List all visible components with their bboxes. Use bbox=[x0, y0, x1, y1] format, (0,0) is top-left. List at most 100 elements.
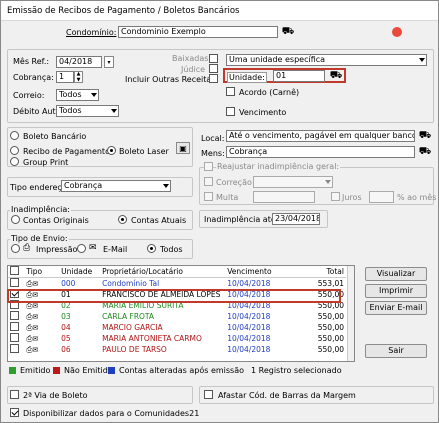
row-total: 553,01 bbox=[317, 279, 344, 288]
contas-originais-radio[interactable] bbox=[11, 215, 20, 224]
row-total: 550,00 bbox=[317, 334, 344, 343]
impressao-label: Impressão bbox=[36, 245, 78, 254]
col-tipo[interactable]: Tipo bbox=[24, 266, 60, 278]
mes-ref-field[interactable]: 04/2018 bbox=[56, 56, 102, 68]
envelope-icon: ✉ bbox=[89, 243, 97, 253]
search-mens-icon[interactable]: ⛟ bbox=[418, 146, 432, 158]
alteradas-swatch bbox=[108, 367, 115, 374]
col-proprietario[interactable]: Proprietário/Locatário bbox=[100, 266, 226, 278]
boleto-bancario-radio[interactable] bbox=[10, 131, 19, 140]
multa-field[interactable] bbox=[253, 191, 315, 203]
row-checkbox[interactable] bbox=[10, 322, 19, 331]
table-row[interactable]: ⎙✉ 04 MARCIO GARCIA 10/04/2018 550,00 bbox=[8, 322, 346, 333]
boleto-laser-radio[interactable] bbox=[107, 146, 116, 155]
select-all-header[interactable] bbox=[8, 266, 25, 278]
row-checkbox[interactable] bbox=[10, 311, 19, 320]
col-vencimento[interactable]: Vencimento bbox=[225, 266, 297, 278]
endereco-select[interactable]: Cobrança bbox=[61, 180, 171, 192]
unidade-mode-value: Uma unidade específica bbox=[229, 55, 326, 64]
afastar-checkbox[interactable] bbox=[204, 390, 213, 399]
multa-label: Multa bbox=[216, 193, 239, 202]
sair-button[interactable]: Sair bbox=[365, 344, 427, 358]
recibo-radio[interactable] bbox=[10, 146, 19, 155]
row-checkbox-cell[interactable] bbox=[8, 322, 24, 333]
row-checkbox-cell[interactable] bbox=[8, 344, 24, 355]
search-condominio-icon[interactable]: ⛟ bbox=[281, 26, 295, 38]
unidade-label: Unidade: bbox=[227, 72, 267, 83]
email-label: E-Mail bbox=[103, 245, 128, 254]
row-unit: 05 bbox=[61, 334, 71, 343]
table-row[interactable]: ⎙✉ 03 CARLA FROTA 10/04/2018 550,00 bbox=[8, 311, 346, 322]
row-checkbox[interactable] bbox=[10, 344, 19, 353]
baixadas-checkbox[interactable] bbox=[209, 54, 218, 63]
col-unidade[interactable]: Unidade bbox=[59, 266, 101, 278]
row-checkbox[interactable] bbox=[10, 278, 19, 287]
window-title: Emissão de Recibos de Pagamento / Boleto… bbox=[7, 6, 240, 16]
chevron-down-icon bbox=[91, 93, 97, 97]
row-checkbox-cell[interactable] bbox=[8, 278, 24, 290]
table-row[interactable]: ⎙✉ 000 Condomínio Tal 10/04/2018 553,01 bbox=[8, 278, 346, 290]
disponibilizar-checkbox[interactable] bbox=[10, 408, 19, 417]
mens-field[interactable]: Cobrança bbox=[226, 146, 415, 158]
inadimplencia-ate-field[interactable]: 23/04/2018 bbox=[272, 213, 320, 225]
reajustar-label: Reajustar inadimplência geral: bbox=[216, 162, 341, 171]
enviar-email-button[interactable]: Enviar E-mail bbox=[365, 301, 427, 315]
envelope-icon: ✉ bbox=[32, 334, 39, 343]
row-vencimento: 10/04/2018 bbox=[227, 279, 271, 288]
unidade-field[interactable]: 01 bbox=[273, 70, 325, 82]
cobranca-spinner[interactable]: ▲ ▼ bbox=[74, 71, 83, 83]
row-name: CARLA FROTA bbox=[102, 312, 155, 321]
table-row[interactable]: ⎙✉ 06 PAULO DE TARSO 10/04/2018 550,00 bbox=[8, 344, 346, 355]
visualizar-button[interactable]: Visualizar bbox=[365, 267, 427, 281]
unidade-mode-select[interactable]: Uma unidade específica bbox=[226, 54, 427, 66]
debito-value: Todos bbox=[59, 106, 82, 115]
debito-select[interactable]: Todos bbox=[56, 105, 119, 117]
group-print-radio[interactable] bbox=[10, 157, 19, 166]
correcao-checkbox[interactable] bbox=[204, 177, 213, 186]
contas-atuais-radio[interactable] bbox=[118, 215, 127, 224]
multa-checkbox[interactable] bbox=[204, 192, 213, 201]
juros-checkbox[interactable] bbox=[331, 192, 340, 201]
local-field[interactable]: Até o vencimento, pagável em qualquer ba… bbox=[226, 130, 415, 142]
mens-label: Mens: bbox=[201, 149, 225, 158]
printer-icon: ⎙ bbox=[23, 243, 31, 253]
row-vencimento: 10/04/2018 bbox=[227, 345, 271, 354]
inadimplencia-title: Inadimplência: bbox=[10, 205, 71, 214]
row-unit: 04 bbox=[61, 323, 71, 332]
select-all-checkbox[interactable] bbox=[10, 266, 19, 275]
vencimento-checkbox[interactable] bbox=[226, 107, 235, 116]
vencimento-label: Vencimento bbox=[239, 108, 287, 117]
incluir-label: Incluir Outras Receitas bbox=[125, 75, 216, 84]
search-local-icon[interactable]: ⛟ bbox=[418, 130, 432, 142]
judice-checkbox[interactable] bbox=[209, 64, 218, 73]
imprimir-button[interactable]: Imprimir bbox=[365, 284, 427, 298]
envelope-icon: ✉ bbox=[32, 345, 39, 354]
local-label: Local: bbox=[201, 134, 225, 143]
email-radio[interactable] bbox=[77, 244, 86, 253]
cobranca-field[interactable]: 1 bbox=[56, 71, 74, 83]
acordo-checkbox[interactable] bbox=[226, 87, 235, 96]
correcao-select[interactable] bbox=[253, 176, 333, 188]
impressao-radio[interactable] bbox=[11, 244, 20, 253]
row-type-cell: ⎙✉ bbox=[24, 333, 59, 344]
correio-value: Todos bbox=[59, 90, 82, 99]
col-total[interactable]: Total bbox=[296, 266, 346, 278]
incluir-checkbox[interactable] bbox=[209, 74, 218, 83]
segunda-via-checkbox[interactable] bbox=[10, 390, 19, 399]
table-scrollbar[interactable] bbox=[347, 266, 354, 361]
reajustar-checkbox[interactable] bbox=[204, 162, 213, 171]
row-checkbox[interactable] bbox=[10, 333, 19, 342]
correio-select[interactable]: Todos bbox=[56, 89, 99, 101]
condominio-field[interactable]: Condominio Exemplo bbox=[118, 26, 278, 38]
calendar-icon[interactable]: ▾ bbox=[104, 56, 114, 68]
row-unit: 000 bbox=[61, 279, 76, 288]
row-checkbox-cell[interactable] bbox=[8, 333, 24, 344]
contas-originais-label: Contas Originais bbox=[23, 216, 89, 225]
todos-radio[interactable] bbox=[147, 244, 156, 253]
table-row[interactable]: ⎙✉ 05 MARIA ANTONIETA CARMO 10/04/2018 550,0… bbox=[8, 333, 346, 344]
row-checkbox-cell[interactable] bbox=[8, 311, 24, 322]
juros-field[interactable] bbox=[369, 191, 394, 203]
row-unit: 03 bbox=[61, 312, 71, 321]
search-unidade-icon[interactable]: ⛟ bbox=[329, 70, 343, 82]
print-setup-icon[interactable]: ▣ bbox=[176, 142, 190, 154]
